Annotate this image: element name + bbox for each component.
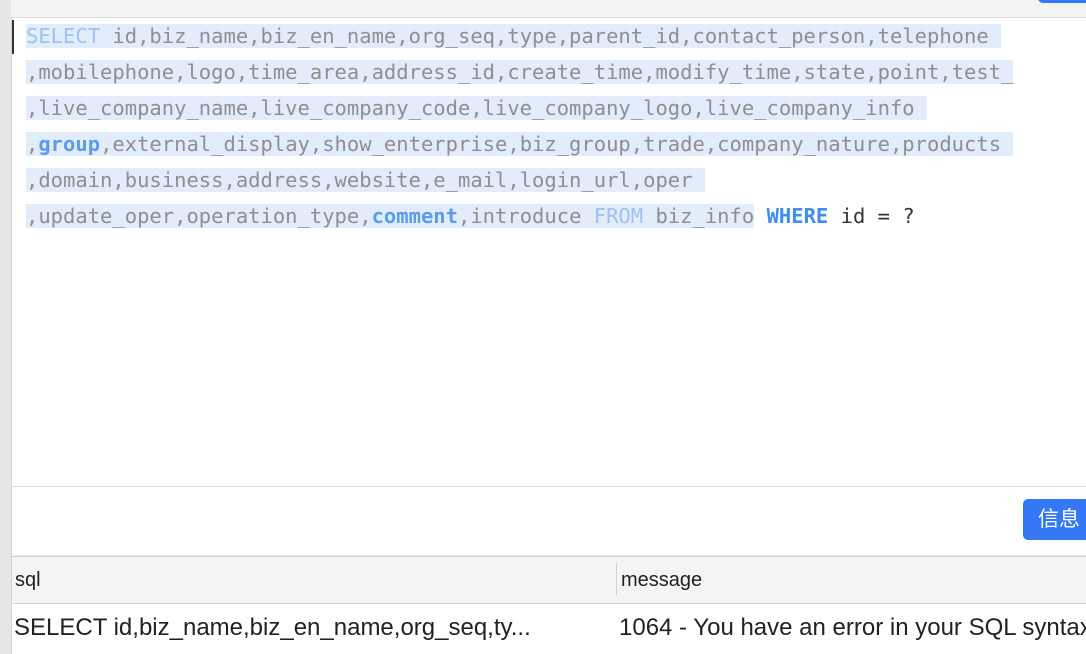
sql-text: ,domain,business,address,website,e_mail,… [26,168,705,192]
result-table-header: sql message [12,556,1086,605]
cell-message: 1064 - You have an error in your SQL syn… [619,614,1086,641]
sql-text: , [26,132,39,156]
sql-text: id,biz_name,biz_en_name,org_seq,type,par… [100,24,1002,48]
column-separator[interactable] [616,563,617,595]
message-area [12,487,1086,555]
sql-text: ,introduce [457,204,594,228]
sql-editor[interactable]: SELECT id,biz_name,biz_en_name,org_seq,t… [12,18,1086,487]
sql-text: ,live_company_name,live_company_code,liv… [26,96,927,120]
text-cursor [12,20,14,54]
code-line: ,mobilephone,logo,time_area,address_id,c… [26,54,1086,90]
top-toolbar [11,0,1086,18]
table-row[interactable]: SELECT id,biz_name,biz_en_name,org_seq,t… [12,604,1086,654]
column-header-message[interactable]: message [621,569,702,592]
code-line: ,update_oper,operation_type,comment,intr… [26,198,1086,234]
code-line: ,domain,business,address,website,e_mail,… [26,162,1086,198]
code-line: ,live_company_name,live_company_code,liv… [26,90,1086,126]
top-action-button[interactable] [1038,0,1086,3]
column-header-sql[interactable]: sql [15,569,41,592]
sql-text: biz_info [643,204,755,228]
code-line: SELECT id,biz_name,biz_en_name,org_seq,t… [26,18,1086,54]
sql-code[interactable]: SELECT id,biz_name,biz_en_name,org_seq,t… [12,18,1086,234]
info-button-label: 信息 [1038,508,1080,531]
sql-keyword: group [38,132,101,156]
info-button[interactable]: 信息 [1023,499,1086,540]
cell-sql: SELECT id,biz_name,biz_en_name,org_seq,t… [14,614,531,641]
sql-keyword: WHERE [766,204,829,228]
sql-text: ,update_oper,operation_type, [26,204,372,228]
code-line: ,group,external_display,show_enterprise,… [26,126,1086,162]
left-edge-strip [0,0,12,654]
sql-text: id = ? [828,204,915,228]
sql-keyword: comment [371,204,458,228]
sql-text: ,mobilephone,logo,time_area,address_id,c… [26,60,1014,84]
sql-text: ,external_display,show_enterprise,biz_gr… [100,132,1014,156]
sql-keyword: SELECT [26,24,101,48]
sql-keyword: FROM [593,204,644,228]
